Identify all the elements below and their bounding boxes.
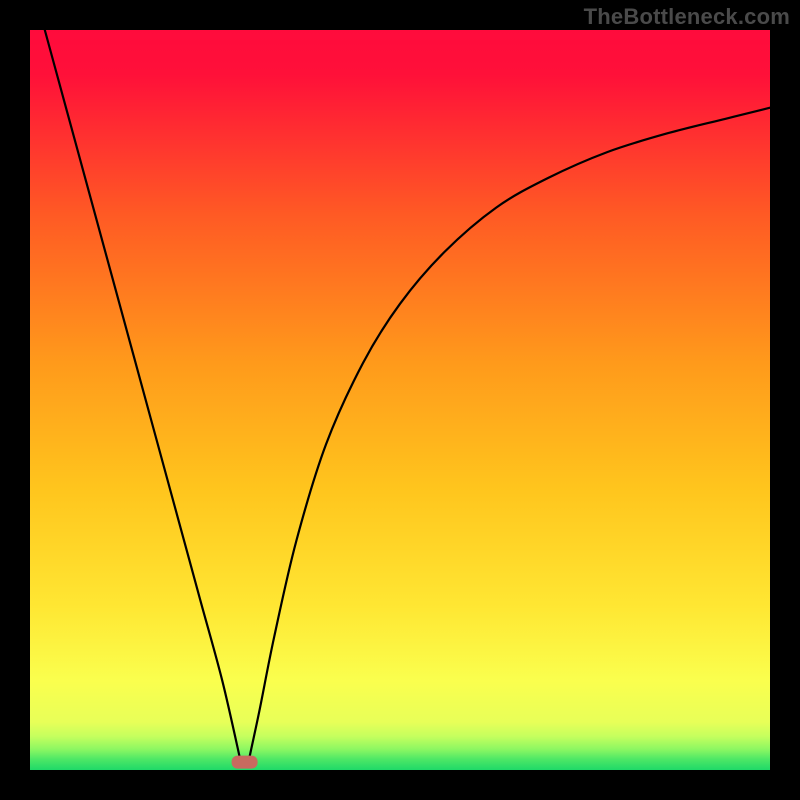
watermark-text: TheBottleneck.com xyxy=(584,4,790,30)
bottleneck-chart xyxy=(0,0,800,800)
plot-background xyxy=(30,30,770,770)
chart-frame: TheBottleneck.com xyxy=(0,0,800,800)
valley-marker xyxy=(232,756,258,769)
